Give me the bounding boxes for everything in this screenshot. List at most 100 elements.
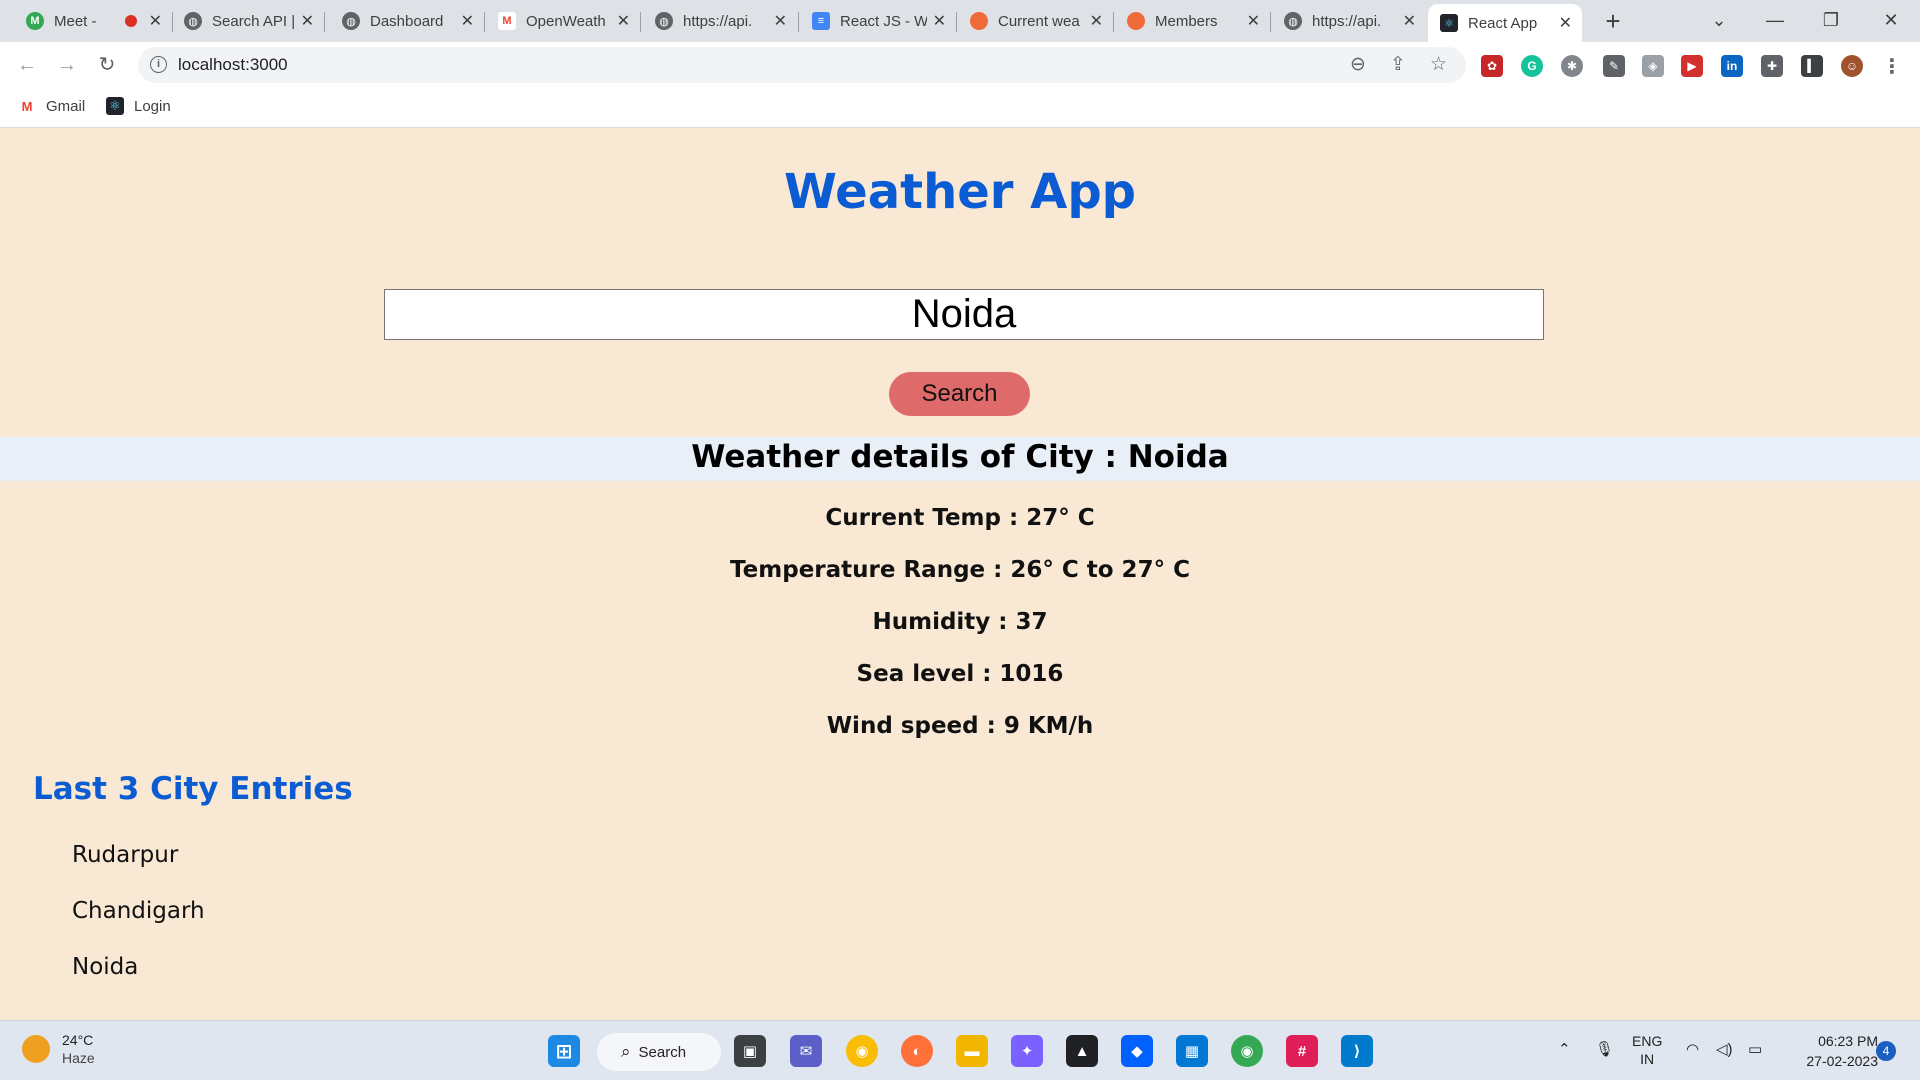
tab-react-app[interactable]: ⚛ React App ✕	[1428, 4, 1582, 42]
tab-separator	[798, 12, 799, 32]
weather-details-heading: Weather details of City : Noida	[691, 439, 1229, 475]
predator-sense-icon[interactable]: ▲	[1066, 1035, 1098, 1067]
close-tab-icon[interactable]: ✕	[933, 11, 946, 31]
close-tab-icon[interactable]: ✕	[301, 11, 314, 31]
sea-level: Sea level : 1016	[856, 661, 1064, 687]
weather-app-page: Weather App Search Weather details of Ci…	[0, 129, 1920, 1020]
close-window-icon[interactable]: ✕	[1868, 4, 1914, 36]
firefox-icon[interactable]: ◐	[901, 1035, 933, 1067]
tab-dashboard[interactable]: ◍ Dashboard ✕	[330, 6, 484, 36]
forward-arrow-icon[interactable]: →	[52, 50, 82, 80]
taskbar-clock[interactable]: 06:23 PM 27-02-2023	[1788, 1031, 1878, 1071]
globe-icon: ◍	[1284, 12, 1302, 30]
tab-separator	[1113, 12, 1114, 32]
windows-start-icon[interactable]: ⊞	[548, 1035, 580, 1067]
restore-icon[interactable]: ❐	[1808, 4, 1854, 36]
new-tab-button[interactable]: +	[1598, 6, 1628, 36]
bookmark-login[interactable]: ⚛ Login	[106, 97, 171, 115]
temperature-range: Temperature Range : 26° C to 27° C	[730, 557, 1190, 583]
file-explorer-icon[interactable]: ▬	[956, 1035, 988, 1067]
show-hidden-icons-chevron-icon[interactable]: ⌃	[1558, 1040, 1571, 1058]
react-icon: ⚛	[106, 97, 124, 115]
tab-api-2[interactable]: ◍ https://api. ✕	[1272, 6, 1426, 36]
chrome-profile-icon[interactable]: ◉	[1231, 1035, 1263, 1067]
tab-api-1[interactable]: ◍ https://api. ✕	[643, 6, 797, 36]
address-bar[interactable]: i localhost:3000 ⊖ ⇪ ☆	[138, 47, 1466, 83]
tab-separator	[324, 12, 325, 32]
taskbar-search[interactable]: ⌕ Search	[597, 1033, 721, 1071]
microsoft-store-icon[interactable]: ▦	[1176, 1035, 1208, 1067]
minimize-icon[interactable]: —	[1752, 4, 1798, 36]
globe-icon: ◍	[184, 12, 202, 30]
address-url[interactable]: localhost:3000	[178, 55, 288, 75]
vscode-icon[interactable]: ⟩	[1341, 1035, 1373, 1067]
close-tab-icon[interactable]: ✕	[1403, 11, 1416, 31]
slack-icon[interactable]: #	[1286, 1035, 1318, 1067]
google-docs-icon: ≡	[812, 12, 830, 30]
shield-extension-icon[interactable]: ◈	[1642, 55, 1664, 77]
notification-badge[interactable]: 4	[1876, 1041, 1896, 1061]
chrome-icon[interactable]: ◉	[846, 1035, 878, 1067]
tab-separator	[1270, 12, 1271, 32]
linkedin-icon[interactable]: in	[1721, 55, 1743, 77]
close-tab-icon[interactable]: ✕	[774, 11, 787, 31]
eyedropper-extension-icon[interactable]: ✎	[1603, 55, 1625, 77]
tab-openweather[interactable]: M OpenWeath ✕	[486, 6, 640, 36]
gmail-icon: M	[21, 98, 33, 114]
tab-members[interactable]: Members ✕	[1115, 6, 1270, 36]
city-search-input[interactable]	[384, 289, 1544, 340]
microphone-icon[interactable]: 🎙	[1595, 1040, 1614, 1058]
react-icon: ⚛	[1440, 14, 1458, 32]
app-title: Weather App	[783, 164, 1137, 220]
tab-react-js-doc[interactable]: ≡ React JS - W ✕	[800, 6, 956, 36]
profile-avatar[interactable]: ☺	[1841, 55, 1863, 77]
close-tab-icon[interactable]: ✕	[617, 11, 630, 31]
site-info-icon[interactable]: i	[150, 56, 167, 73]
close-tab-icon[interactable]: ✕	[1247, 11, 1260, 31]
recording-indicator-icon	[124, 15, 137, 27]
wind-speed: Wind speed : 9 KM/h	[826, 713, 1094, 739]
search-button[interactable]: Search	[889, 372, 1030, 416]
recent-city-item: Noida	[72, 954, 139, 980]
grammarly-icon[interactable]: G	[1521, 55, 1543, 77]
taskbar-weather-widget[interactable]: 24°C Haze	[22, 1031, 95, 1067]
bug-extension-icon[interactable]: ✱	[1561, 55, 1583, 77]
side-panel-icon[interactable]: ▍	[1801, 55, 1823, 77]
dropbox-icon[interactable]: ◆	[1121, 1035, 1153, 1067]
battery-icon[interactable]: ▭	[1748, 1040, 1762, 1058]
menu-kebab-icon[interactable]: ⋮	[1881, 55, 1903, 78]
close-tab-icon[interactable]: ✕	[1559, 13, 1572, 33]
volume-icon[interactable]: ◁)	[1716, 1040, 1733, 1058]
tab-separator	[640, 12, 641, 32]
share-icon[interactable]: ⇪	[1390, 53, 1406, 76]
extension-red-icon[interactable]: ✿	[1481, 55, 1503, 77]
close-tab-icon[interactable]: ✕	[461, 11, 474, 31]
current-temp: Current Temp : 27° C	[825, 505, 1095, 531]
bookmark-star-icon[interactable]: ☆	[1430, 53, 1447, 76]
copilot-icon[interactable]: ✦	[1011, 1035, 1043, 1067]
tab-meet[interactable]: M Meet - ✕	[14, 6, 172, 36]
teams-chat-icon[interactable]: ✉	[790, 1035, 822, 1067]
tab-separator	[956, 12, 957, 32]
postman-icon	[970, 12, 988, 30]
tab-current-weather[interactable]: Current wea ✕	[958, 6, 1113, 36]
tab-separator	[484, 12, 485, 32]
browser-toolbar: ← → ↻ i localhost:3000 ⊖ ⇪ ☆ ✿ G ✱ ✎ ◈ ▶…	[0, 42, 1920, 88]
back-arrow-icon[interactable]: ←	[12, 50, 42, 80]
recent-cities-heading: Last 3 City Entries	[33, 771, 353, 807]
close-tab-icon[interactable]: ✕	[149, 11, 162, 31]
zoom-icon[interactable]: ⊖	[1350, 53, 1366, 76]
reload-icon[interactable]: ↻	[92, 50, 122, 80]
bookmark-gmail[interactable]: M Gmail	[18, 97, 86, 115]
windows-taskbar: 24°C Haze ⊞ ⌕ Search ▣ ✉ ◉ ◐ ▬ ✦ ▲ ◆ ▦ ◉…	[0, 1020, 1920, 1080]
browser-tab-strip: M Meet - ✕ ◍ Search API | ✕ ◍ Dashboard …	[0, 0, 1920, 42]
haze-sun-icon	[22, 1035, 50, 1063]
tab-search-api[interactable]: ◍ Search API | ✕	[172, 6, 324, 36]
extensions-puzzle-icon[interactable]: ✚	[1761, 55, 1783, 77]
language-indicator[interactable]: ENG IN	[1632, 1032, 1662, 1068]
task-view-icon[interactable]: ▣	[734, 1035, 766, 1067]
tab-search-chevron-icon[interactable]: ⌄	[1696, 4, 1742, 36]
close-tab-icon[interactable]: ✕	[1090, 11, 1103, 31]
video-extension-icon[interactable]: ▶	[1681, 55, 1703, 77]
wifi-icon[interactable]: ◠	[1686, 1040, 1699, 1058]
